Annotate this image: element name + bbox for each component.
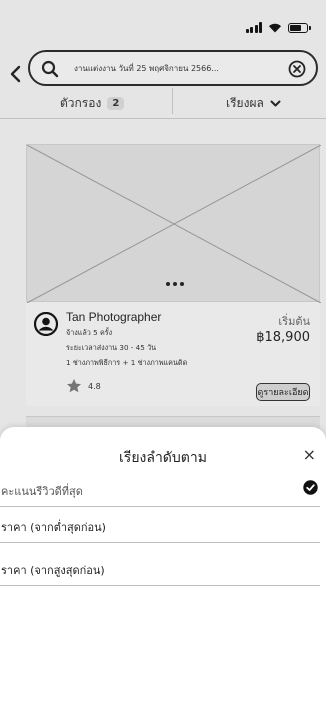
sort-option-price-high[interactable]: ราคา (จากสูงสุดก่อน) <box>0 556 320 586</box>
sort-option-label: คะแนนรีวิวดีที่สุด <box>1 485 83 498</box>
sort-option-label: ราคา (จากต่ำสุดก่อน) <box>1 521 106 534</box>
sort-option-price-low[interactable]: ราคา (จากต่ำสุดก่อน) <box>0 513 320 543</box>
sheet-title: เรียงลำดับตาม <box>119 450 207 466</box>
close-icon[interactable]: × <box>303 447 316 463</box>
sort-bottom-sheet: เรียงลำดับตาม × คะแนนรีวิวดีที่สุด ราคา … <box>0 427 326 704</box>
sort-option-rating[interactable]: คะแนนรีวิวดีที่สุด <box>0 477 320 507</box>
sort-option-label: ราคา (จากสูงสุดก่อน) <box>1 564 105 577</box>
check-circle-icon <box>303 480 318 495</box>
